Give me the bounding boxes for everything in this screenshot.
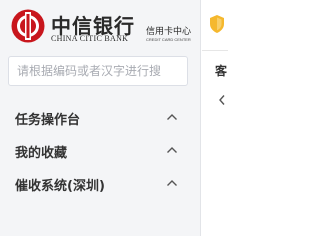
menu-item-label: 催收系统(深圳) xyxy=(15,179,105,194)
brand-subtitle-cn: 信用卡中心 xyxy=(146,27,192,37)
main-panel xyxy=(202,0,228,236)
header-divider xyxy=(202,50,228,51)
brand-logo[interactable]: 中信银行 CHINA CITIC BANK 信用卡中心 CREDIT CARD … xyxy=(10,8,195,46)
citic-emblem-icon xyxy=(11,9,45,43)
chevron-up-icon xyxy=(167,147,177,153)
menu-item-label: 任务操作台 xyxy=(15,113,81,128)
menu-item-label: 我的收藏 xyxy=(15,146,68,161)
chevron-left-icon[interactable] xyxy=(218,94,226,106)
menu-item-task-console[interactable]: 任务操作台 xyxy=(0,101,200,133)
brand-subtitle-en: CREDIT CARD CENTER xyxy=(146,37,191,42)
shield-icon[interactable] xyxy=(208,14,226,34)
menu-item-favorites[interactable]: 我的收藏 xyxy=(0,134,200,166)
chevron-up-icon xyxy=(167,180,177,186)
brand-name-en: CHINA CITIC BANK xyxy=(51,34,129,43)
chevron-up-icon xyxy=(167,114,177,120)
tab-label[interactable]: 客 xyxy=(215,62,227,79)
sidebar: 中信银行 CHINA CITIC BANK 信用卡中心 CREDIT CARD … xyxy=(0,0,201,236)
menu-item-collection-system[interactable]: 催收系统(深圳) xyxy=(0,167,200,199)
menu-search-input[interactable]: 请根据编码或者汉字进行搜 xyxy=(8,56,188,86)
